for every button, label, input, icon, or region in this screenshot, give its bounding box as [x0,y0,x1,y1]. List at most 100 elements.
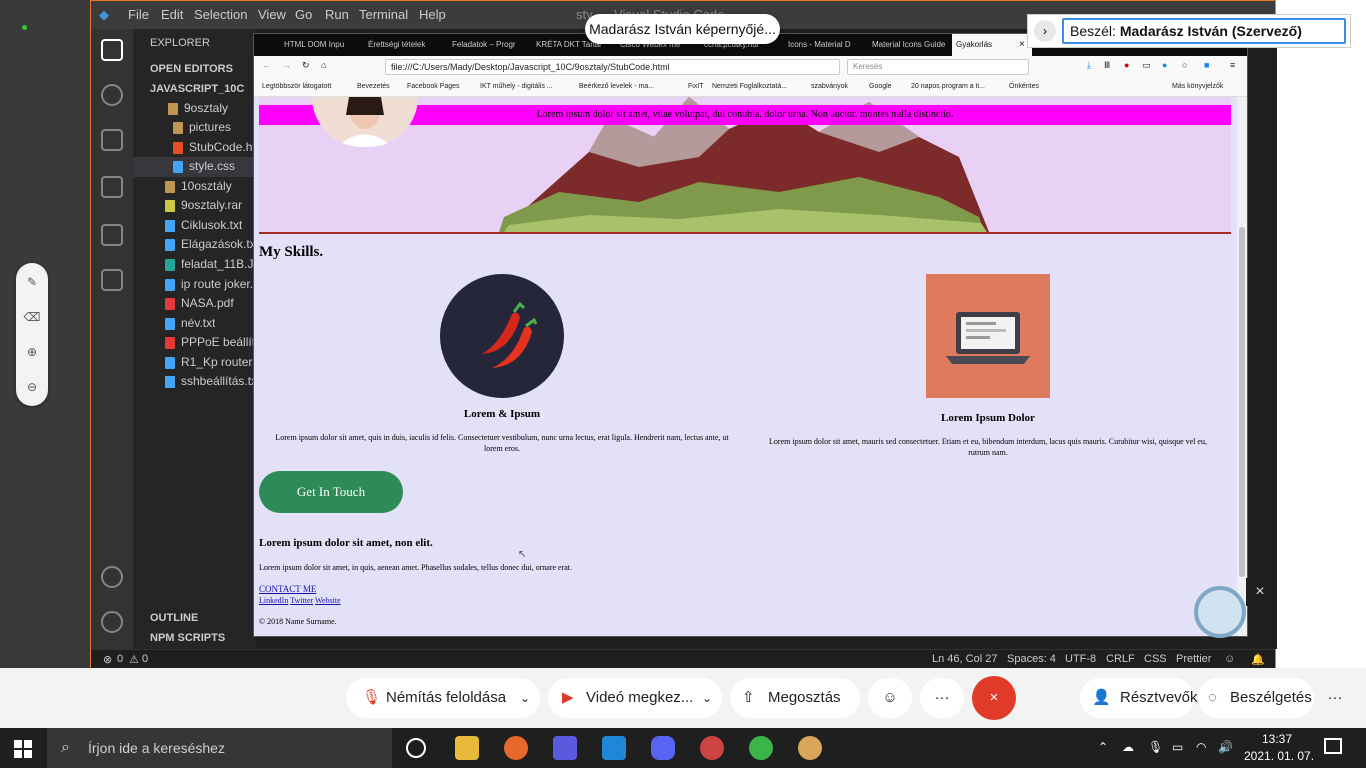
tree-item[interactable]: StubCode.htm [173,140,266,154]
clock-date[interactable]: 2021. 01. 07. [1244,749,1314,763]
tree-item[interactable]: R1_Kp routerk [165,355,258,369]
zoom-in-icon[interactable]: ⊕ [23,343,41,361]
clock-time[interactable]: 13:37 [1262,732,1292,746]
menu-edit[interactable]: Edit [161,7,183,22]
onedrive-icon[interactable]: ☁ [1122,740,1134,754]
tree-item[interactable]: ip route joker. [165,277,253,291]
pen-icon[interactable]: ✎ [23,273,41,291]
wifi-icon[interactable]: ◠ [1196,740,1206,754]
url-bar[interactable]: file:///C:/Users/Mady/Desktop/Javascript… [385,59,840,75]
taskbar-search[interactable]: ⌕ Írjon ide a kereséshez [47,728,392,768]
menu-selection[interactable]: Selection [194,7,247,22]
scrollbar-thumb[interactable] [1239,227,1245,577]
tree-item[interactable]: style.css [173,159,235,173]
npm-scripts-section[interactable]: NPM SCRIPTS [150,632,225,644]
unmute-button[interactable]: 🎙 Némítás feloldása ⌄ [346,678,540,718]
tree-item[interactable]: Ciklusok.txt [165,218,242,232]
paint-icon[interactable] [798,736,822,760]
more-options-button[interactable]: ··· [1318,678,1352,718]
discord-icon[interactable] [651,736,675,760]
chevron-down-icon[interactable]: ⌄ [520,678,530,718]
bookmark[interactable]: Facebook Pages [407,83,460,90]
reactions-button[interactable]: ☺ [868,678,912,718]
volume-icon[interactable]: 🔊 [1218,740,1233,754]
tab[interactable]: Icons - Material D [784,34,862,56]
vscode-icon[interactable] [602,736,626,760]
contact-link[interactable]: CONTACT ME [259,584,316,594]
chevron-down-icon[interactable]: ⌄ [702,678,712,718]
bookmark[interactable]: 20 napos program a ti... [911,83,985,90]
self-view-avatar[interactable] [1194,586,1246,638]
webex-icon[interactable] [749,736,773,760]
formatter[interactable]: Prettier [1176,653,1211,665]
library-icon[interactable]: Ⅲ [1104,60,1110,71]
tree-item[interactable]: pictures [173,120,231,134]
menu-help[interactable]: Help [419,7,446,22]
bookmark[interactable]: Önkéntes [1009,83,1039,90]
forward-icon[interactable]: → [282,60,291,70]
twitter-link[interactable]: Twitter [290,596,313,605]
firefox-icon[interactable] [504,736,528,760]
menu-icon[interactable]: ≡ [1230,60,1235,70]
account-icon[interactable]: ○ [1182,60,1187,70]
windows-start-icon[interactable] [14,740,32,758]
page-scrollbar[interactable] [1237,97,1247,636]
search-icon[interactable] [101,84,123,106]
download-icon[interactable]: ⤓ [1087,60,1091,71]
indentation[interactable]: Spaces: 4 [1007,653,1056,665]
other-bookmarks[interactable]: Más könyvjelzők [1172,83,1223,90]
search-field[interactable]: Keresés [847,59,1029,75]
workspace-section[interactable]: JAVASCRIPT_10C [150,83,244,95]
eraser-icon[interactable]: ⌫ [23,308,41,326]
bookmark[interactable]: Legtöbbször látogatott [262,83,331,90]
chat-button[interactable]: ◌ Beszélgetés [1198,678,1314,718]
bookmark[interactable]: Nemzeti Foglalkoztatá... [712,83,787,90]
start-video-button[interactable]: ▶ Videó megkez... ⌄ [548,678,722,718]
account-icon[interactable] [101,566,123,588]
battery-icon[interactable]: ▭ [1172,740,1183,754]
home-icon[interactable]: ⌂ [321,60,326,70]
bookmark[interactable]: Bevezetés [357,83,390,90]
tree-item[interactable]: feladat_11B.JP [165,257,262,271]
file-explorer-icon[interactable] [455,736,479,760]
website-link[interactable]: Website [315,596,341,605]
tab[interactable]: HTML DOM Inpu [280,34,358,56]
encoding[interactable]: UTF-8 [1065,653,1096,665]
bookmark[interactable]: Beérkező levelek - ma... [579,83,654,90]
zoom-out-icon[interactable]: ⊖ [23,378,41,396]
warning-count[interactable]: 0 [142,653,148,665]
chevron-up-icon[interactable]: ⌃ [1098,740,1108,754]
error-count[interactable]: 0 [117,653,123,665]
adblock-icon[interactable]: ● [1124,60,1129,70]
tree-item[interactable]: PPPoE beállítá [165,335,262,349]
bookmark[interactable]: szabványok [811,83,848,90]
save-app-icon[interactable] [553,736,577,760]
reload-icon[interactable]: ↻ [302,60,310,71]
line-ending[interactable]: CRLF [1106,653,1135,665]
extensions-icon[interactable] [101,224,123,246]
linkedin-link[interactable]: LinkedIn [259,596,288,605]
extension-icon[interactable]: ■ [1204,60,1209,70]
more-options-button[interactable]: ··· [920,678,964,718]
outline-section[interactable]: OUTLINE [150,612,198,624]
task-view-icon[interactable] [406,738,426,758]
menu-file[interactable]: File [128,7,149,22]
participants-button[interactable]: 👤 Résztvevők [1080,678,1198,718]
tree-item[interactable]: Elágazások.txt [165,237,259,251]
files-icon[interactable] [101,39,123,61]
tab[interactable]: Érettségi tételek [364,34,442,56]
tree-item[interactable]: NASA.pdf [165,296,234,310]
back-icon[interactable]: ← [262,60,271,70]
tab[interactable]: Material Icons Guide [868,34,946,56]
bookmark[interactable]: FixIT [688,83,704,90]
extension-icon[interactable]: ● [1162,60,1167,70]
tree-item[interactable]: sshbeállítás.tx [165,374,257,388]
feedback-icon[interactable]: ☺ [1224,653,1235,665]
bookmark[interactable]: Google [869,83,892,90]
warning-icon[interactable]: ⚠ [129,653,139,666]
error-icon[interactable]: ⊗ [103,653,112,666]
open-editors-section[interactable]: OPEN EDITORS [150,63,233,75]
run-debug-icon[interactable] [101,176,123,198]
mic-icon[interactable]: 🎙 [1148,740,1163,754]
tree-item[interactable]: név.txt [165,316,215,330]
